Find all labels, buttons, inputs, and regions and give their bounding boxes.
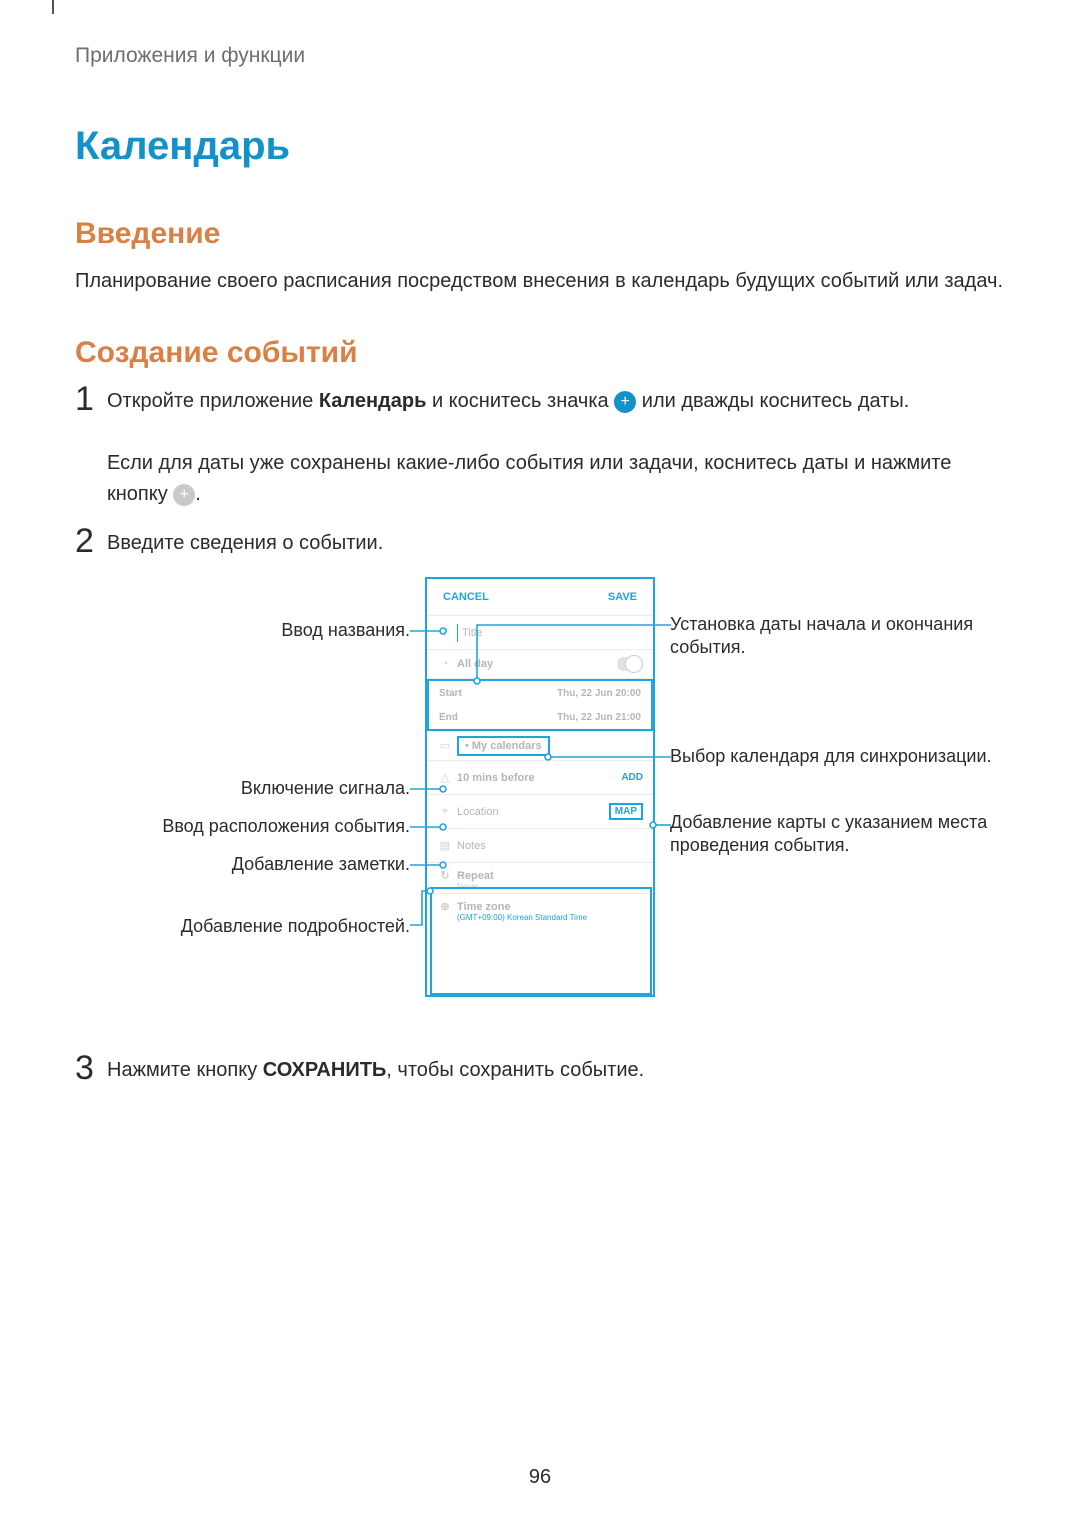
callout-notes: Добавление заметки. (75, 853, 410, 876)
plus-icon: + (614, 391, 636, 413)
step1-app-name: Календарь (319, 390, 427, 412)
page-number: 96 (0, 1466, 1080, 1489)
step-1: 1 Откройте приложение Календарь и коснит… (75, 386, 1005, 510)
map-button: MAP (609, 803, 643, 820)
phone-cancel-button: CANCEL (443, 591, 489, 603)
timezone-value: (GMT+09:00) Korean Standard Time (433, 913, 587, 922)
step3-text-post: , чтобы сохранить событие. (386, 1059, 644, 1081)
location-text: Location (457, 806, 499, 818)
step-number: 1 (75, 382, 103, 510)
bell-icon: △ (433, 771, 457, 784)
callout-alarm: Включение сигнала. (75, 777, 410, 800)
alert-add-button: ADD (621, 772, 643, 783)
step1-text-mid: и коснитесь значка (426, 390, 614, 412)
end-label: End (429, 712, 489, 723)
callout-wire (410, 785, 450, 797)
callout-calendar: Выбор календаря для синхронизации. (670, 745, 1000, 768)
calendar-icon: ▭ (433, 739, 457, 752)
end-value: Thu, 22 Jun 21:00 (489, 712, 651, 723)
callout-wire (410, 627, 450, 639)
text-cursor (457, 624, 458, 642)
step3-text-pre: Нажмите кнопку (107, 1059, 263, 1081)
globe-icon: ⊕ (433, 900, 457, 913)
step3-bold: СОХРАНИТЬ (263, 1059, 387, 1081)
plus-small-icon: + (173, 484, 195, 506)
my-calendars-box: • My calendars (457, 736, 550, 756)
callout-location: Ввод расположения события. (75, 815, 410, 838)
step2-text: Введите сведения о событии. (107, 528, 1005, 559)
phone-notes-row: ▤ Notes (427, 829, 653, 863)
callout-dates: Установка даты начала и окончания событи… (670, 613, 1000, 660)
step-number: 3 (75, 1051, 103, 1086)
step1-line2-pre: Если для даты уже сохранены какие-либо с… (107, 452, 951, 505)
callout-wire (410, 823, 450, 835)
phone-repeat-row: ↻ Repeat Never (427, 863, 653, 893)
manual-page: Приложения и функции Календарь Введение … (0, 0, 1080, 1527)
notes-text: Notes (457, 840, 486, 852)
step1-text-post: или дважды коснитесь даты. (636, 390, 909, 412)
callout-wire (410, 887, 434, 935)
step-2: 2 Введите сведения о событии. (75, 528, 1005, 559)
callout-wire (543, 753, 673, 765)
clock-icon: ◔ (433, 658, 457, 670)
step1-line2-post: . (195, 483, 201, 505)
phone-location-row: ⌖ Location MAP (427, 795, 653, 829)
callout-wire (649, 821, 673, 833)
callout-wire (467, 621, 673, 691)
callout-map: Добавление карты с указанием места прове… (670, 811, 1000, 858)
step-number: 2 (75, 524, 103, 559)
step1-text-pre: Откройте приложение (107, 390, 319, 412)
breadcrumb: Приложения и функции (75, 44, 1005, 68)
timezone-label: Time zone (457, 901, 511, 913)
phone-save-button: SAVE (608, 591, 637, 603)
callout-details: Добавление подробностей. (75, 915, 410, 938)
section-heading-intro: Введение (75, 217, 1005, 251)
page-crop-mark (52, 0, 54, 14)
intro-paragraph: Планирование своего расписания посредств… (75, 267, 1005, 296)
event-editor-diagram: CANCEL SAVE T Title ◔ All day Start Thu,… (75, 577, 1005, 1027)
repeat-label: Repeat (457, 870, 494, 882)
phone-timezone-row: ⊕ Time zone (GMT+09:00) Korean Standard … (427, 893, 653, 928)
step-3: 3 Нажмите кнопку СОХРАНИТЬ, чтобы сохран… (75, 1055, 1005, 1086)
section-heading-create: Создание событий (75, 336, 1005, 370)
alert-text: 10 mins before (457, 772, 535, 784)
phone-alert-row: △ 10 mins before ADD (427, 761, 653, 795)
callout-wire (410, 861, 450, 873)
pin-icon: ⌖ (433, 805, 457, 818)
notes-icon: ▤ (433, 839, 457, 852)
callout-title: Ввод названия. (75, 619, 410, 642)
page-title: Календарь (75, 124, 1005, 169)
repeat-value: Never (433, 882, 478, 891)
